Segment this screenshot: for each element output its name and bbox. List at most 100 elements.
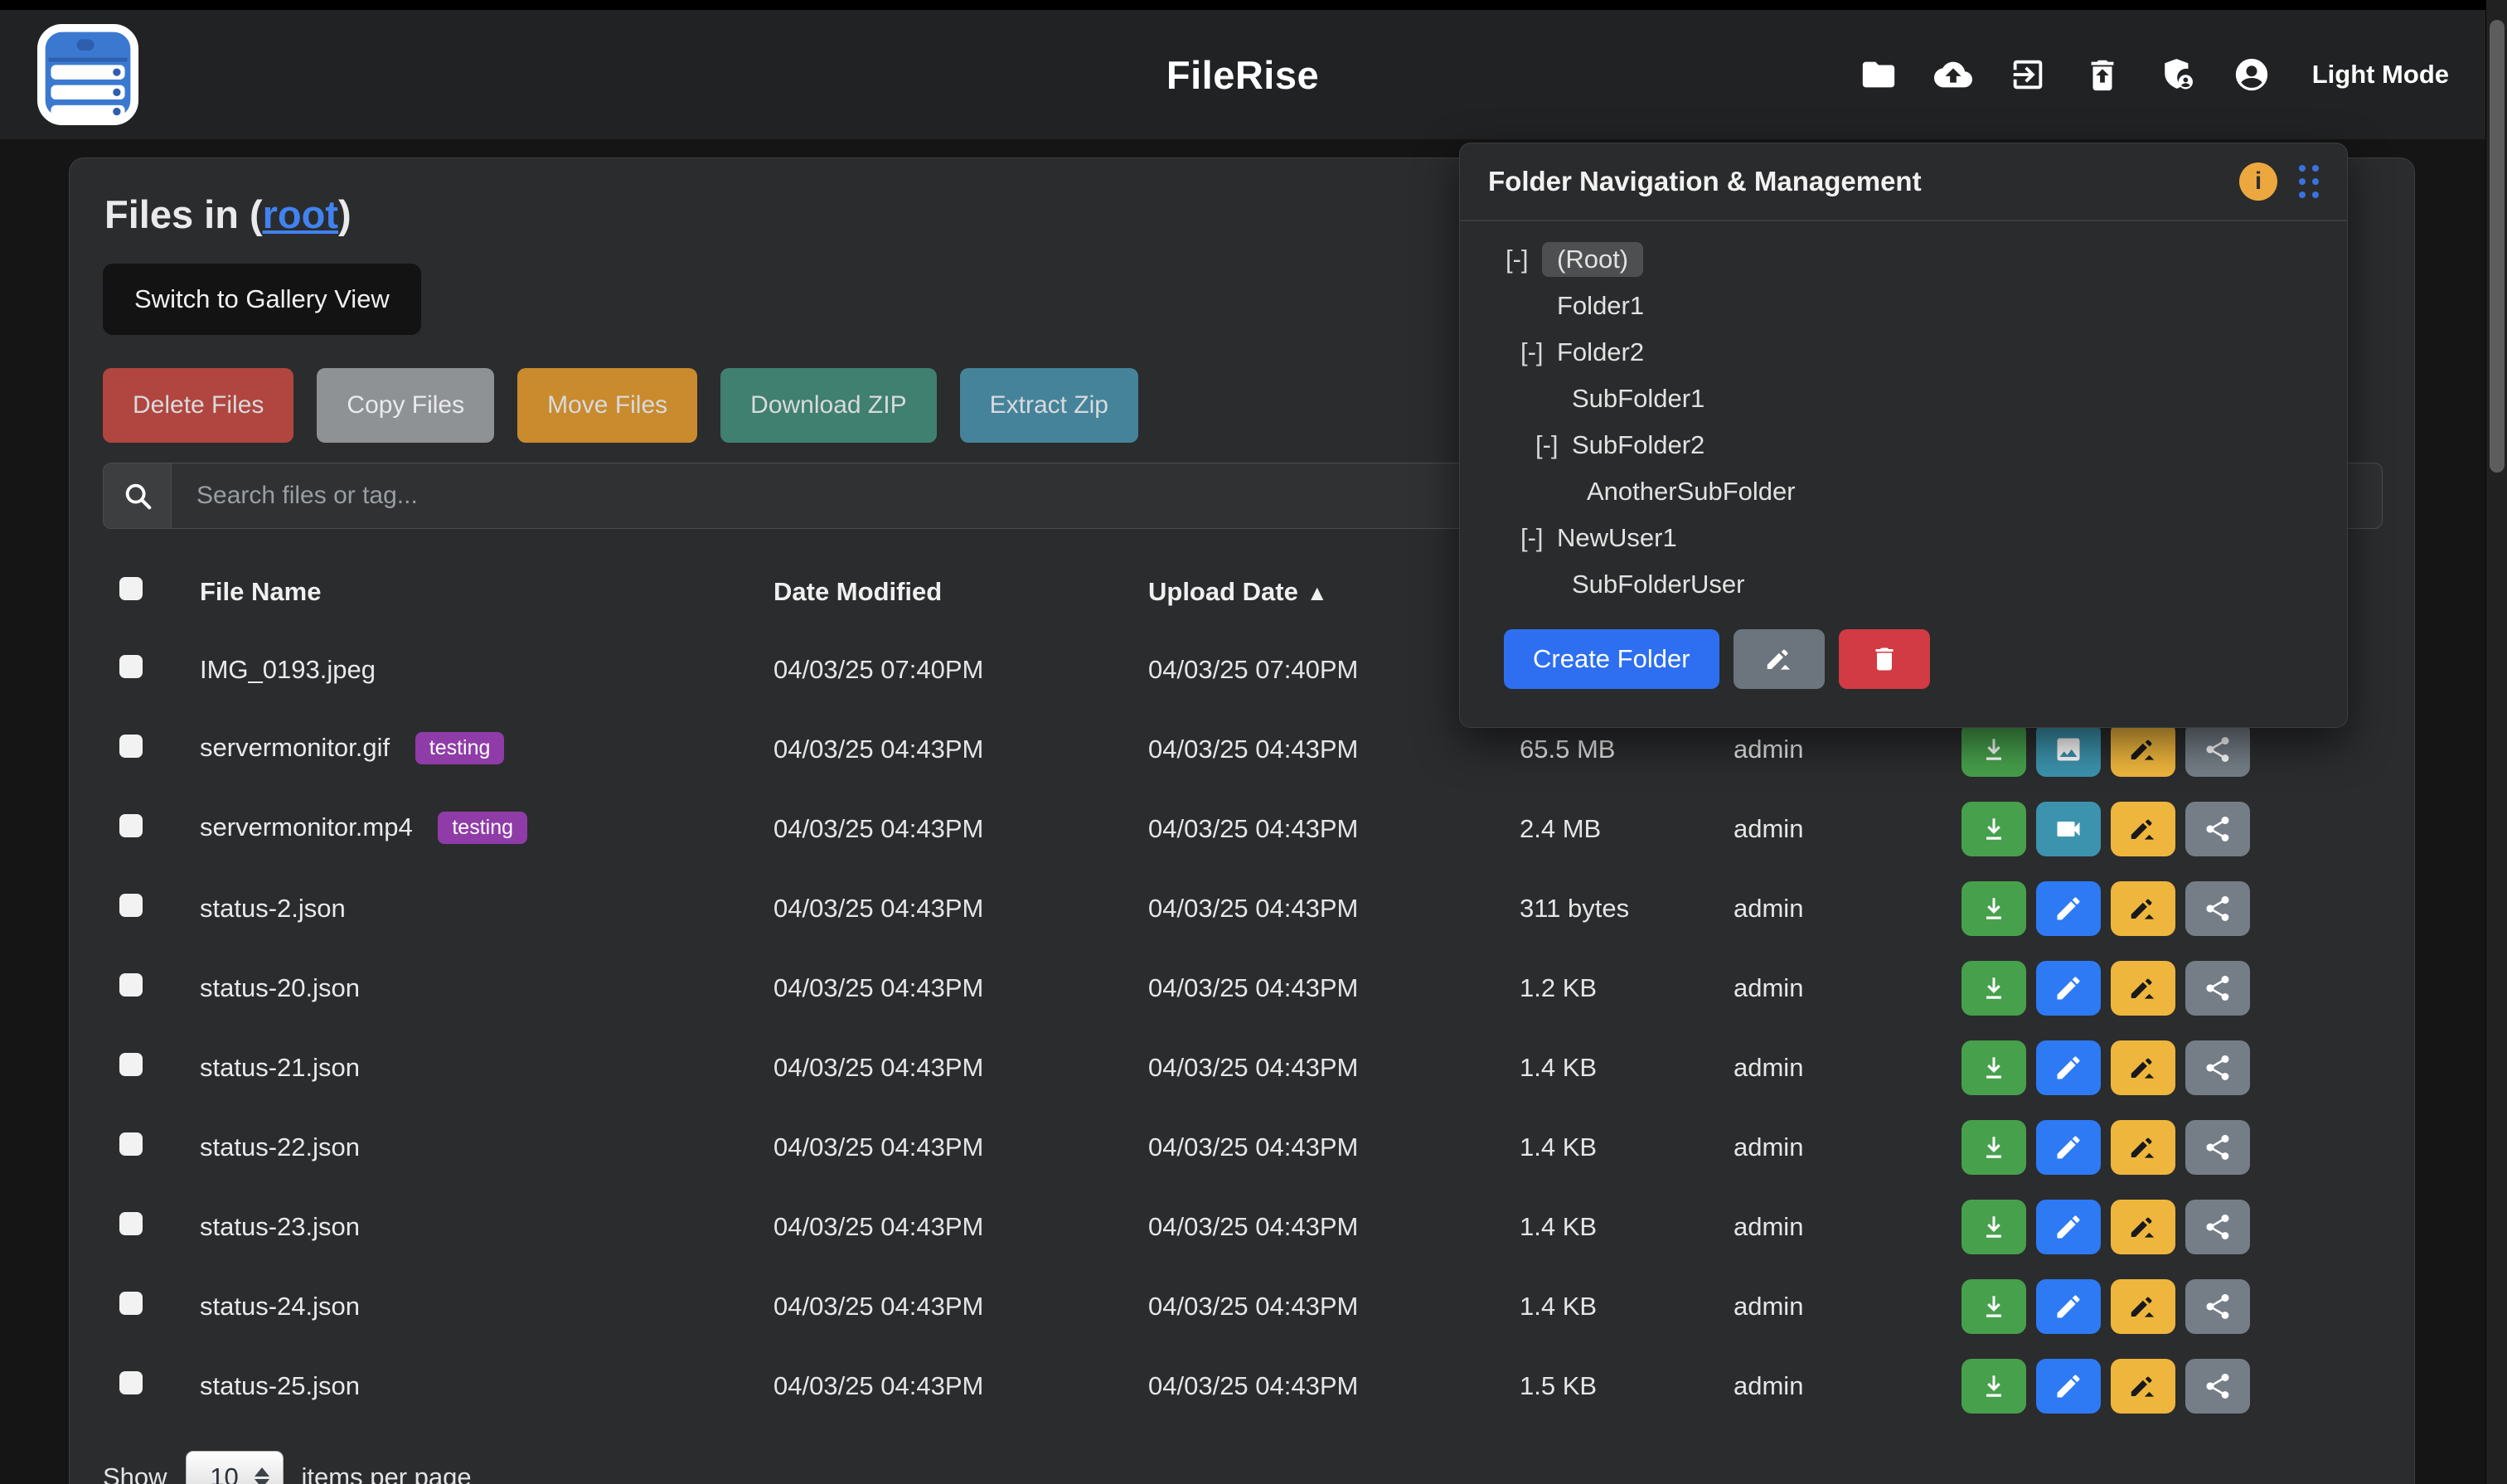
share-button[interactable]: [2185, 1359, 2250, 1414]
preview-edit-button[interactable]: [2036, 1040, 2101, 1095]
row-checkbox[interactable]: [119, 1212, 143, 1235]
download-button[interactable]: [1961, 1359, 2026, 1414]
download-button[interactable]: [1961, 1120, 2026, 1175]
tree-folder-label[interactable]: (Root): [1542, 242, 1643, 277]
folder-tree-item[interactable]: AnotherSubFolder: [1550, 468, 2347, 515]
download-button[interactable]: [1961, 1200, 2026, 1254]
download-button[interactable]: [1961, 1279, 2026, 1334]
tree-toggle[interactable]: [-]: [1520, 337, 1557, 367]
restore-trash-icon[interactable]: [2083, 56, 2121, 94]
folder-tree-item[interactable]: SubFolderUser: [1535, 561, 2347, 608]
delete-files-button[interactable]: Delete Files: [103, 368, 293, 443]
download-button[interactable]: [1961, 1040, 2026, 1095]
folder-tree-item[interactable]: [-] (Root): [1506, 236, 2347, 283]
col-header-date-modified[interactable]: Date Modified: [773, 577, 1148, 607]
preview-edit-button[interactable]: [2036, 1200, 2101, 1254]
tree-folder-label[interactable]: SubFolder1: [1572, 384, 1704, 414]
rename-button[interactable]: [2111, 1200, 2175, 1254]
select-all-checkbox[interactable]: [119, 577, 143, 600]
rename-button[interactable]: [2111, 1279, 2175, 1334]
share-button[interactable]: [2185, 1120, 2250, 1175]
folder-tree-item[interactable]: Folder1: [1520, 283, 2347, 329]
upload-cloud-icon[interactable]: [1934, 56, 1972, 94]
tree-toggle[interactable]: [-]: [1535, 430, 1572, 460]
folder-icon[interactable]: [1860, 56, 1898, 94]
share-button[interactable]: [2185, 881, 2250, 936]
drag-handle-icon[interactable]: [2299, 165, 2319, 198]
rename-button[interactable]: [2111, 1359, 2175, 1414]
info-icon[interactable]: i: [2239, 162, 2277, 201]
file-name[interactable]: status-23.json: [200, 1212, 360, 1241]
tree-folder-label[interactable]: AnotherSubFolder: [1587, 477, 1796, 507]
folder-tree-item[interactable]: [-] SubFolder2: [1535, 422, 2347, 468]
share-button[interactable]: [2185, 1200, 2250, 1254]
sign-out-icon[interactable]: [2009, 56, 2047, 94]
row-checkbox[interactable]: [119, 735, 143, 758]
create-folder-button[interactable]: Create Folder: [1504, 629, 1719, 689]
row-checkbox[interactable]: [119, 814, 143, 837]
page-scrollbar[interactable]: [2485, 0, 2507, 1484]
preview-edit-button[interactable]: [2036, 802, 2101, 856]
folder-tree-item[interactable]: [-] NewUser1: [1520, 515, 2347, 561]
delete-folder-button[interactable]: [1839, 629, 1930, 689]
preview-edit-button[interactable]: [2036, 961, 2101, 1016]
file-name[interactable]: status-2.json: [200, 894, 346, 923]
file-name[interactable]: servermonitor.mp4: [200, 812, 413, 841]
user-shield-icon[interactable]: [2158, 56, 2196, 94]
file-name[interactable]: status-20.json: [200, 973, 360, 1002]
download-button[interactable]: [1961, 961, 2026, 1016]
share-button[interactable]: [2185, 1040, 2250, 1095]
rename-folder-button[interactable]: [1734, 629, 1825, 689]
items-per-page-select[interactable]: 10: [186, 1451, 284, 1484]
file-name[interactable]: status-24.json: [200, 1292, 360, 1321]
file-name[interactable]: IMG_0193.jpeg: [200, 655, 376, 684]
tree-folder-label[interactable]: SubFolder2: [1572, 430, 1704, 460]
share-button[interactable]: [2185, 802, 2250, 856]
folder-tree-item[interactable]: [-] Folder2: [1520, 329, 2347, 376]
share-button[interactable]: [2185, 961, 2250, 1016]
tree-folder-label[interactable]: Folder2: [1557, 337, 1644, 367]
copy-files-button[interactable]: Copy Files: [317, 368, 494, 443]
file-name[interactable]: status-22.json: [200, 1132, 360, 1161]
root-folder-link[interactable]: root: [263, 192, 338, 236]
download-button[interactable]: [1961, 881, 2026, 936]
preview-edit-button[interactable]: [2036, 1120, 2101, 1175]
file-name[interactable]: status-21.json: [200, 1053, 360, 1082]
search-icon[interactable]: [103, 463, 171, 529]
extract-zip-button[interactable]: Extract Zip: [960, 368, 1138, 443]
rename-button[interactable]: [2111, 1040, 2175, 1095]
theme-toggle[interactable]: Light Mode: [2312, 60, 2449, 90]
row-checkbox[interactable]: [119, 1053, 143, 1076]
app-logo-icon[interactable]: [36, 23, 139, 126]
row-checkbox[interactable]: [119, 1292, 143, 1315]
row-checkbox[interactable]: [119, 894, 143, 917]
rename-button[interactable]: [2111, 881, 2175, 936]
preview-edit-button[interactable]: [2036, 1359, 2101, 1414]
tree-folder-label[interactable]: Folder1: [1557, 291, 1644, 321]
preview-edit-button[interactable]: [2036, 881, 2101, 936]
download-zip-button[interactable]: Download ZIP: [720, 368, 936, 443]
rename-button[interactable]: [2111, 1120, 2175, 1175]
account-circle-icon[interactable]: [2233, 56, 2271, 94]
download-button[interactable]: [1961, 802, 2026, 856]
col-header-file-name[interactable]: File Name: [200, 577, 773, 607]
rename-button[interactable]: [2111, 722, 2175, 777]
file-name[interactable]: status-25.json: [200, 1371, 360, 1400]
share-button[interactable]: [2185, 722, 2250, 777]
gallery-view-button[interactable]: Switch to Gallery View: [103, 264, 421, 335]
tree-folder-label[interactable]: NewUser1: [1557, 523, 1677, 553]
row-checkbox[interactable]: [119, 1132, 143, 1156]
tree-folder-label[interactable]: SubFolderUser: [1572, 570, 1744, 599]
file-name[interactable]: servermonitor.gif: [200, 733, 390, 762]
move-files-button[interactable]: Move Files: [517, 368, 697, 443]
row-checkbox[interactable]: [119, 1371, 143, 1394]
preview-edit-button[interactable]: [2036, 1279, 2101, 1334]
download-button[interactable]: [1961, 722, 2026, 777]
rename-button[interactable]: [2111, 802, 2175, 856]
tree-toggle[interactable]: [-]: [1520, 523, 1557, 553]
row-checkbox[interactable]: [119, 973, 143, 997]
rename-button[interactable]: [2111, 961, 2175, 1016]
folder-tree-item[interactable]: SubFolder1: [1535, 376, 2347, 422]
tree-toggle[interactable]: [-]: [1506, 245, 1542, 274]
share-button[interactable]: [2185, 1279, 2250, 1334]
